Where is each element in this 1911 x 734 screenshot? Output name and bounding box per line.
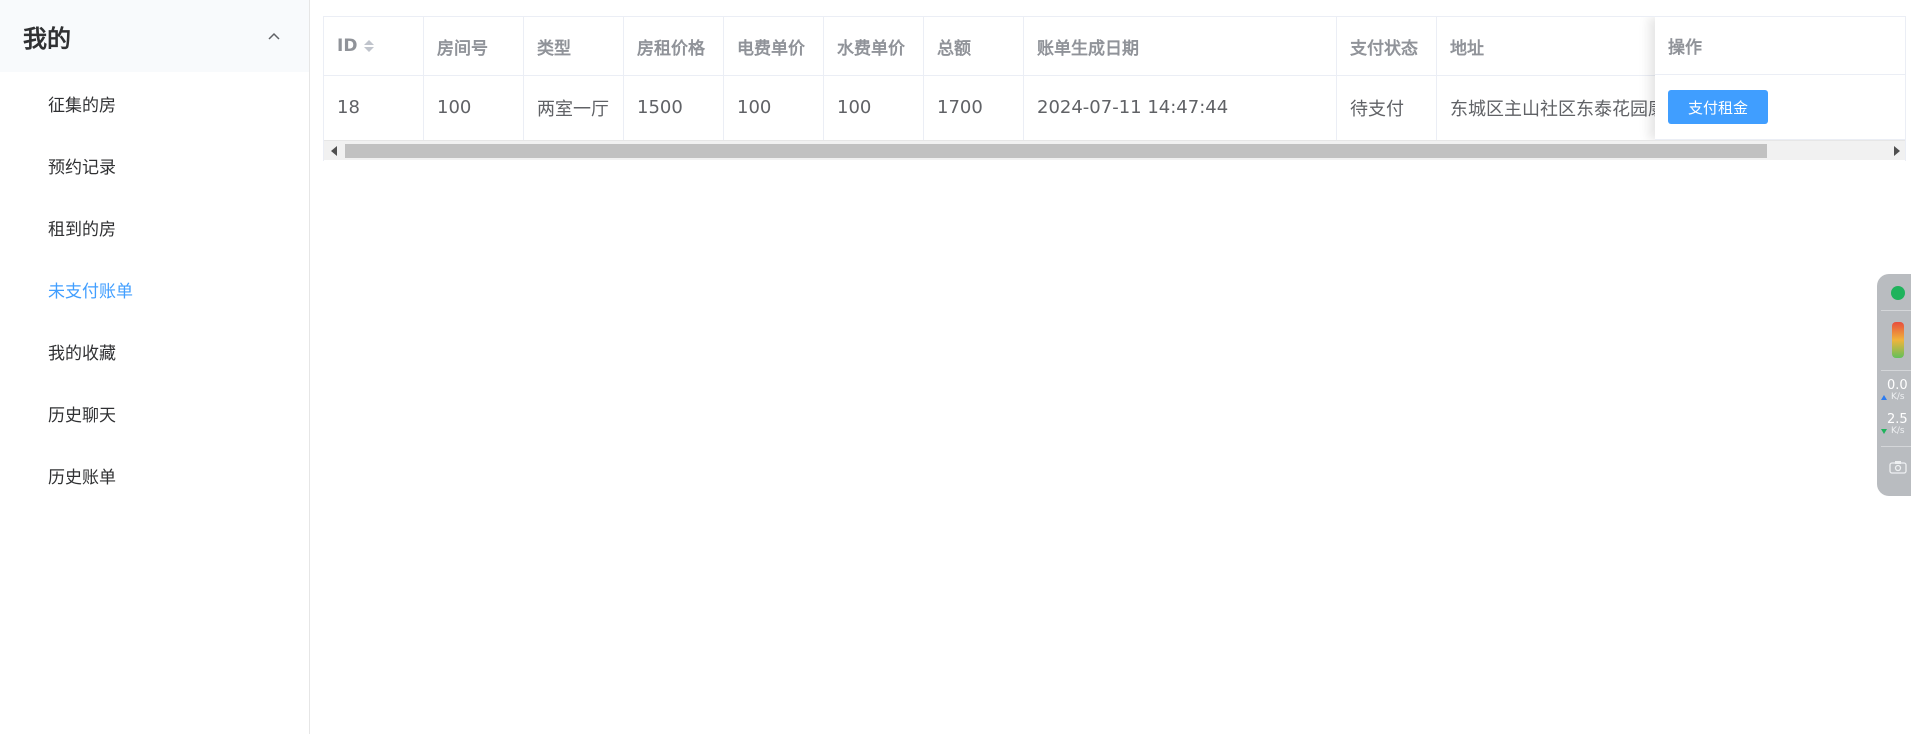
submenu-title-my[interactable]: 我的 — [0, 0, 309, 72]
column-header-label: 电费单价 — [737, 38, 805, 59]
widget-divider — [1881, 370, 1911, 371]
table-header-row: ID 房间号 类型 房租价格 电费单价 水费单价 总额 账单生成日期 支付状态 … — [324, 17, 1667, 76]
camera-icon[interactable] — [1889, 460, 1907, 474]
column-header-created-date: 账单生成日期 — [1024, 17, 1337, 75]
fixed-action-column: 操作 支付租金 — [1655, 17, 1905, 140]
sidebar-item-label: 租到的房 — [48, 219, 116, 240]
widget-divider — [1881, 310, 1911, 311]
column-header-room-number: 房间号 — [424, 17, 524, 75]
sidebar-item-bill-history[interactable]: 历史账单 — [0, 444, 309, 506]
cell-room-number: 100 — [424, 75, 524, 140]
column-header-label: ID — [337, 36, 358, 56]
column-header-label: 水费单价 — [837, 38, 905, 59]
sidebar: 我的 征集的房 预约记录 租到的房 未支付账单 我的收藏 历史聊天 历史账单 — [0, 0, 310, 734]
widget-divider — [1881, 446, 1911, 447]
column-header-electricity-price: 电费单价 — [724, 17, 824, 75]
cell-created-date: 2024-07-11 14:47:44 — [1024, 75, 1337, 140]
cell-electricity-price: 100 — [724, 75, 824, 140]
column-header-label: 类型 — [537, 38, 571, 59]
cell-address: 东城区主山社区东泰花园康 — [1437, 75, 1667, 140]
bills-table: ID 房间号 类型 房租价格 电费单价 水费单价 总额 账单生成日期 支付状态 … — [323, 16, 1906, 161]
app-root: 我的 征集的房 预约记录 租到的房 未支付账单 我的收藏 历史聊天 历史账单 I… — [0, 0, 1911, 734]
horizontal-scrollbar[interactable] — [324, 140, 1905, 160]
sidebar-item-label: 预约记录 — [48, 157, 116, 178]
column-header-action: 操作 — [1655, 17, 1905, 75]
scroll-right-arrow-icon[interactable] — [1894, 146, 1900, 156]
download-speed-unit: K/s — [1891, 426, 1905, 436]
sidebar-item-label: 未支付账单 — [48, 281, 133, 302]
column-header-label: 账单生成日期 — [1037, 38, 1139, 59]
column-header-payment-status: 支付状态 — [1337, 17, 1437, 75]
sidebar-item-collected-houses[interactable]: 征集的房 — [0, 72, 309, 134]
network-speed-widget[interactable]: 0.0 K/s 2.5 K/s — [1877, 274, 1911, 496]
cell-total: 1700 — [924, 75, 1024, 140]
column-header-id[interactable]: ID — [324, 17, 424, 75]
cell-type: 两室一厅 — [524, 75, 624, 140]
column-header-label: 操作 — [1668, 38, 1702, 58]
sidebar-item-label: 征集的房 — [48, 95, 116, 116]
upload-speed-value: 0.0 — [1887, 378, 1908, 393]
sidebar-item-label: 历史账单 — [48, 467, 116, 488]
cell-payment-status: 待支付 — [1337, 75, 1437, 140]
sort-caret-icon[interactable] — [364, 40, 375, 52]
column-header-label: 总额 — [937, 38, 971, 59]
column-header-label: 房间号 — [437, 38, 488, 59]
sidebar-item-rented-houses[interactable]: 租到的房 — [0, 196, 309, 258]
column-header-rent: 房租价格 — [624, 17, 724, 75]
sidebar-item-label: 历史聊天 — [48, 405, 116, 426]
column-header-total: 总额 — [924, 17, 1024, 75]
status-dot-icon — [1891, 286, 1905, 300]
column-header-label: 房租价格 — [637, 38, 705, 59]
upload-speed-unit: K/s — [1891, 392, 1905, 402]
upload-arrow-icon — [1881, 395, 1887, 400]
column-header-type: 类型 — [524, 17, 624, 75]
memory-gauge-icon — [1892, 322, 1904, 358]
sidebar-item-unpaid-bills[interactable]: 未支付账单 — [0, 258, 309, 320]
chevron-up-icon — [268, 32, 280, 40]
scroll-left-arrow-icon[interactable] — [331, 146, 337, 156]
cell-water-price: 100 — [824, 75, 924, 140]
sidebar-item-appointments[interactable]: 预约记录 — [0, 134, 309, 196]
download-speed-value: 2.5 — [1887, 412, 1908, 427]
sidebar-item-favorites[interactable]: 我的收藏 — [0, 320, 309, 382]
sidebar-item-label: 我的收藏 — [48, 343, 116, 364]
sidebar-item-chat-history[interactable]: 历史聊天 — [0, 382, 309, 444]
table-row: 18 100 两室一厅 1500 100 100 1700 2024-07-11… — [324, 75, 1667, 141]
cell-action: 支付租金 — [1655, 75, 1905, 140]
cell-rent: 1500 — [624, 75, 724, 140]
cell-id: 18 — [324, 75, 424, 140]
column-header-label: 地址 — [1450, 38, 1484, 59]
pay-rent-button[interactable]: 支付租金 — [1668, 90, 1769, 124]
submenu-title-text: 我的 — [23, 24, 71, 53]
column-header-label: 支付状态 — [1350, 38, 1418, 59]
column-header-address: 地址 — [1437, 17, 1667, 75]
download-arrow-icon — [1881, 429, 1887, 434]
column-header-water-price: 水费单价 — [824, 17, 924, 75]
scrollbar-thumb[interactable] — [345, 144, 1767, 158]
